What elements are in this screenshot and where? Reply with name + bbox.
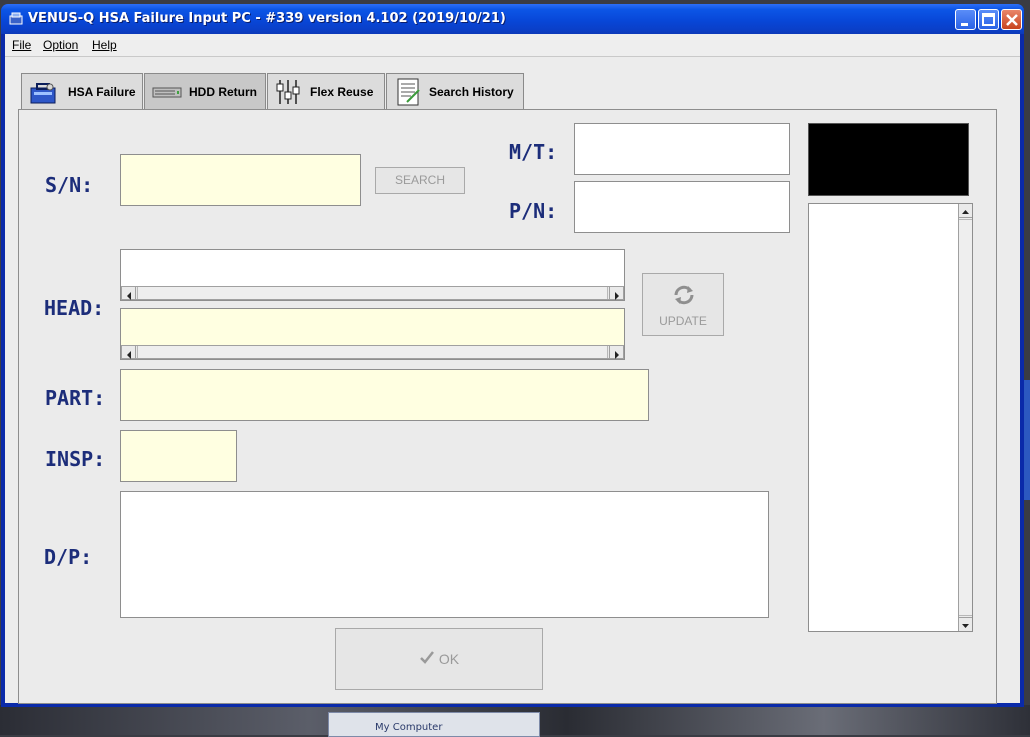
background-window-edge <box>1024 380 1030 500</box>
checkmark-icon <box>419 651 434 664</box>
head-top-input[interactable] <box>121 250 624 287</box>
app-icon <box>9 12 23 25</box>
insp-input[interactable] <box>121 431 236 481</box>
background-window-fragment: My Computer <box>328 712 540 737</box>
tab-flex-reuse[interactable]: Flex Reuse <box>267 73 385 109</box>
dp-label: D/P: <box>44 545 93 569</box>
part-field[interactable] <box>120 369 649 421</box>
part-input[interactable] <box>121 370 648 420</box>
close-button[interactable] <box>1001 9 1022 30</box>
arrow-left-icon <box>127 292 131 300</box>
hsa-toolbox-icon <box>30 83 56 104</box>
head-top-scrollbar[interactable] <box>121 286 624 300</box>
dp-textarea[interactable] <box>121 492 768 617</box>
arrow-down-icon <box>962 624 969 628</box>
insp-label: INSP: <box>45 447 106 471</box>
tab-search-history[interactable]: Search History <box>386 73 524 109</box>
menu-option-label: Option <box>43 38 79 52</box>
mt-field[interactable] <box>574 123 790 175</box>
minimize-button[interactable] <box>955 9 976 30</box>
tab-hsa-failure[interactable]: HSA Failure <box>21 73 143 109</box>
refresh-icon <box>674 285 694 305</box>
menu-file-label: File <box>12 38 32 52</box>
pn-input[interactable] <box>575 182 789 232</box>
ok-button[interactable]: OK <box>335 628 543 690</box>
menu-bar: File Option Help <box>5 34 1020 57</box>
scroll-left-button[interactable] <box>122 287 136 300</box>
head-bottom-field[interactable] <box>120 308 625 360</box>
tab-flex-reuse-label: Flex Reuse <box>310 85 374 99</box>
mt-label: M/T: <box>509 140 558 164</box>
maximize-icon <box>982 13 995 26</box>
head-bottom-input[interactable] <box>121 309 624 346</box>
pn-field[interactable] <box>574 181 790 233</box>
dp-field[interactable] <box>120 491 769 618</box>
window-client: File Option Help HSA Failure HDD Return <box>5 34 1020 704</box>
scroll-down-button[interactable] <box>959 617 972 631</box>
tab-search-history-label: Search History <box>429 85 514 99</box>
arrow-right-icon <box>615 292 619 300</box>
hard-drive-icon <box>152 87 182 98</box>
minimize-icon <box>961 23 968 26</box>
tab-hdd-return[interactable]: HDD Return <box>144 73 266 109</box>
menu-option[interactable]: Option <box>43 38 78 52</box>
scroll-right-button[interactable] <box>609 346 623 359</box>
hdd-return-panel: S/N: SEARCH M/T: P/N: HEAD: UPDATE PART:… <box>18 109 997 704</box>
document-search-icon <box>397 78 420 106</box>
pn-label: P/N: <box>509 199 558 223</box>
menu-help[interactable]: Help <box>92 38 117 52</box>
sn-input[interactable] <box>121 155 360 205</box>
tab-hsa-failure-label: HSA Failure <box>68 85 136 99</box>
window-title: VENUS-Q HSA Failure Input PC - #339 vers… <box>28 11 506 26</box>
scroll-right-button[interactable] <box>609 287 623 300</box>
scroll-thumb[interactable] <box>137 287 608 299</box>
menu-help-label: Help <box>92 38 117 52</box>
scroll-thumb[interactable] <box>137 346 608 358</box>
update-button-label: UPDATE <box>659 314 707 328</box>
tab-hdd-return-label: HDD Return <box>189 85 257 99</box>
history-list[interactable] <box>808 203 973 632</box>
arrow-left-icon <box>127 351 131 359</box>
app-window: VENUS-Q HSA Failure Input PC - #339 vers… <box>1 4 1024 707</box>
head-label: HEAD: <box>44 296 105 320</box>
scroll-up-button[interactable] <box>959 204 972 218</box>
update-button[interactable]: UPDATE <box>642 273 724 336</box>
arrow-up-icon <box>962 210 969 214</box>
scroll-left-button[interactable] <box>122 346 136 359</box>
insp-field[interactable] <box>120 430 237 482</box>
search-button[interactable]: SEARCH <box>375 167 465 194</box>
mt-input[interactable] <box>575 124 789 174</box>
menu-file[interactable]: File <box>12 38 31 52</box>
head-top-field[interactable] <box>120 249 625 301</box>
title-bar[interactable]: VENUS-Q HSA Failure Input PC - #339 vers… <box>1 4 1024 34</box>
background-window-text: My Computer <box>375 722 443 733</box>
arrow-right-icon <box>615 351 619 359</box>
sn-label: S/N: <box>45 173 94 197</box>
scroll-track[interactable] <box>959 219 972 616</box>
history-list-scrollbar[interactable] <box>958 204 972 631</box>
head-bottom-scrollbar[interactable] <box>121 345 624 359</box>
close-icon <box>1006 14 1018 26</box>
status-display <box>808 123 969 196</box>
maximize-button[interactable] <box>978 9 999 30</box>
ok-button-label: OK <box>438 651 460 667</box>
part-label: PART: <box>45 386 106 410</box>
flex-cable-icon <box>276 80 300 104</box>
sn-field[interactable] <box>120 154 361 206</box>
